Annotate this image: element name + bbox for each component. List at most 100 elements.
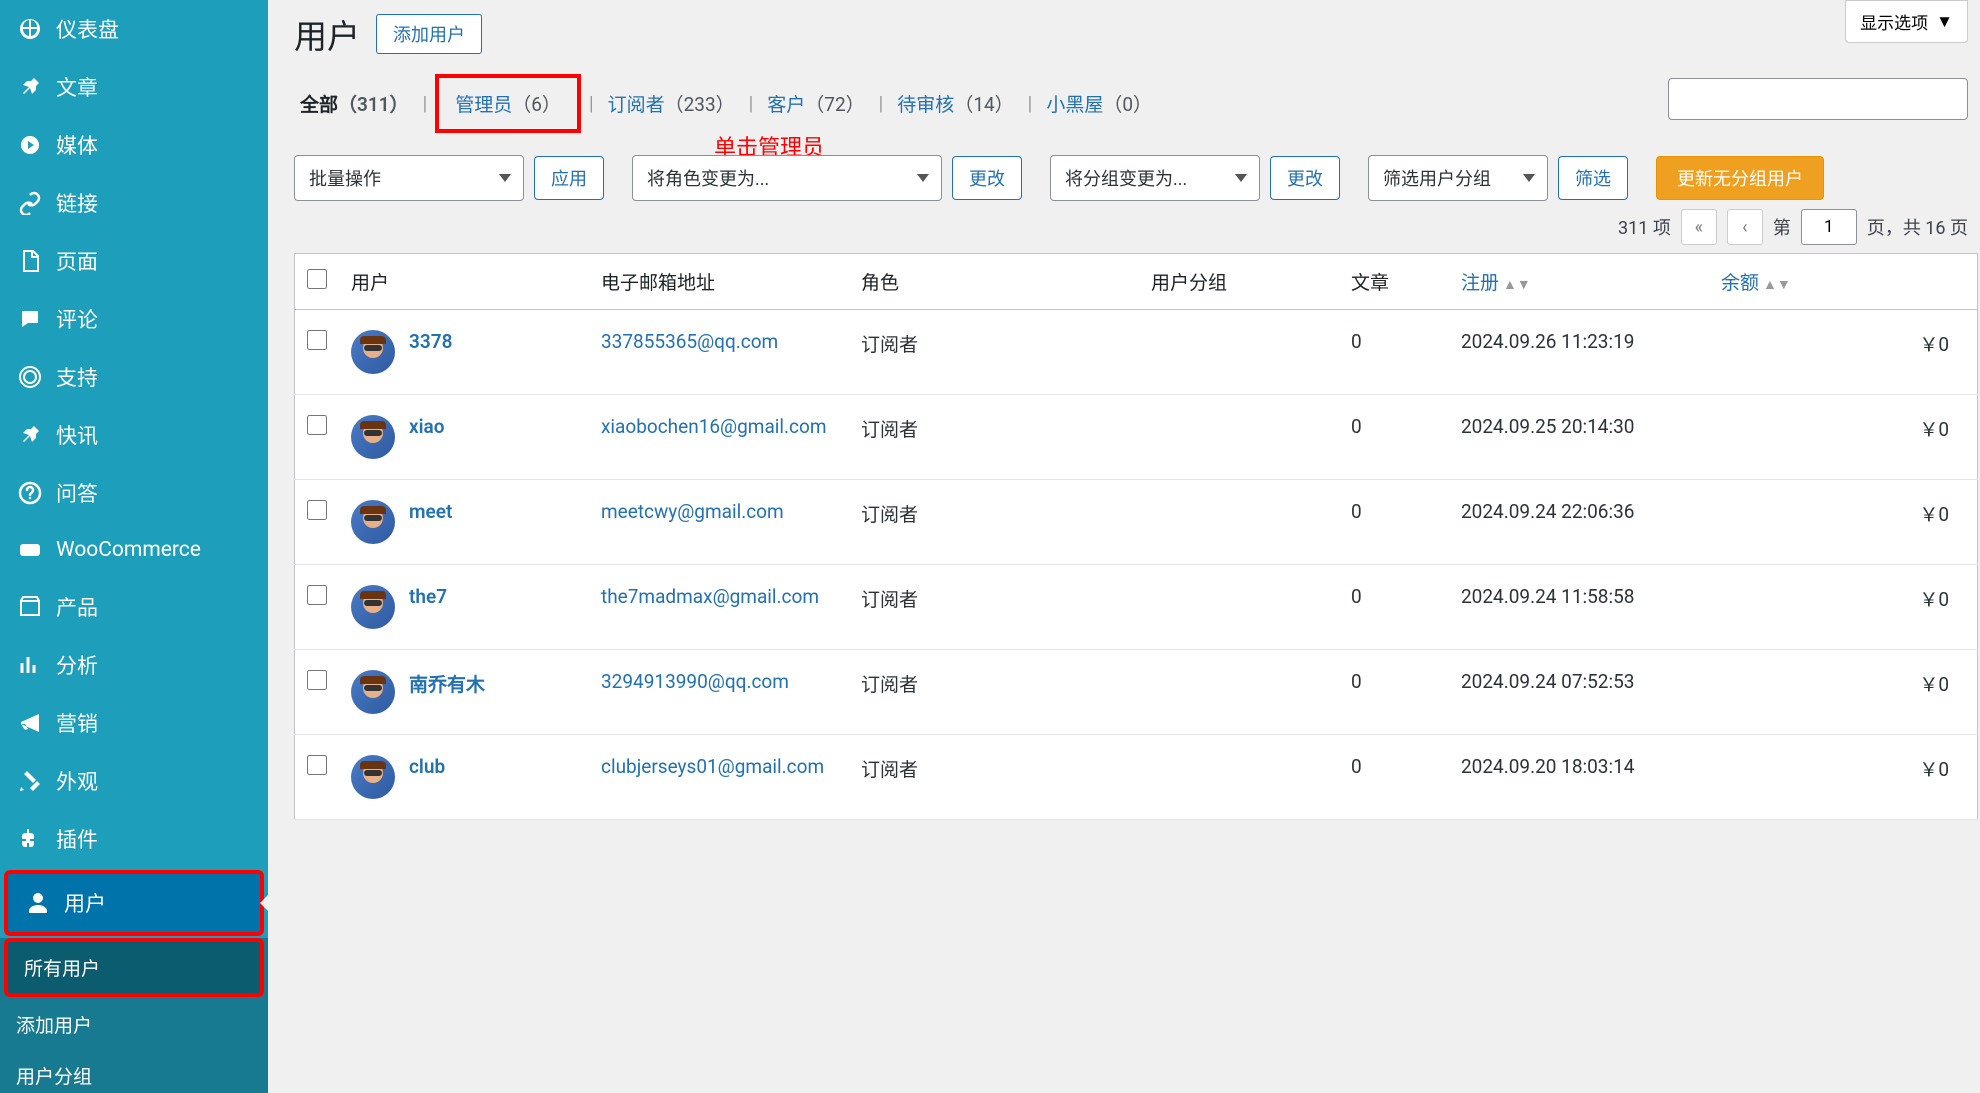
username-link[interactable]: 南乔有木 xyxy=(409,670,485,697)
col-header-balance[interactable]: 余额▲▼ xyxy=(1709,254,1978,310)
col-header-email[interactable]: 电子邮箱地址 xyxy=(589,254,849,310)
media-icon xyxy=(16,131,44,159)
group-cell xyxy=(1139,650,1339,735)
apply-button[interactable]: 应用 xyxy=(534,156,604,200)
balance-cell: ￥0 xyxy=(1709,395,1978,480)
sidebar-item-pages[interactable]: 页面 xyxy=(0,232,268,290)
submenu-add-user[interactable]: 添加用户 xyxy=(0,999,268,1050)
table-row: 南乔有木3294913990@qq.com订阅者02024.09.24 07:5… xyxy=(295,650,1978,735)
posts-cell: 0 xyxy=(1339,480,1449,565)
prev-page-button[interactable]: ‹ xyxy=(1727,209,1763,245)
sidebar-item-links[interactable]: 链接 xyxy=(0,174,268,232)
col-header-group: 用户分组 xyxy=(1139,254,1339,310)
balance-cell: ￥0 xyxy=(1709,565,1978,650)
filter-pending[interactable]: 待审核（14） xyxy=(891,90,1019,117)
page-header: 用户 添加用户 xyxy=(294,10,1980,58)
balance-cell: ￥0 xyxy=(1709,310,1978,395)
username-link[interactable]: the7 xyxy=(409,585,447,608)
sidebar-item-qa[interactable]: 问答 xyxy=(0,464,268,522)
sidebar-item-posts[interactable]: 文章 xyxy=(0,58,268,116)
screen-options-toggle[interactable]: 显示选项 ▼ xyxy=(1845,0,1968,43)
page-number-input[interactable] xyxy=(1801,209,1857,245)
row-checkbox[interactable] xyxy=(307,330,327,350)
filter-blacklist[interactable]: 小黑屋（0） xyxy=(1040,90,1158,117)
sidebar-label: 插件 xyxy=(56,824,98,854)
posts-cell: 0 xyxy=(1339,735,1449,820)
sidebar-label: 外观 xyxy=(56,766,98,796)
woo-icon xyxy=(16,536,44,564)
filter-subscriber[interactable]: 订阅者（233） xyxy=(602,90,741,117)
row-checkbox[interactable] xyxy=(307,670,327,690)
table-row: xiaoxiaobochen16@gmail.com订阅者02024.09.25… xyxy=(295,395,1978,480)
sidebar-item-products[interactable]: 产品 xyxy=(0,578,268,636)
username-link[interactable]: 3378 xyxy=(409,330,452,353)
update-nogroup-button[interactable]: 更新无分组用户 xyxy=(1656,156,1824,200)
table-row: clubclubjerseys01@gmail.com订阅者02024.09.2… xyxy=(295,735,1978,820)
sidebar-item-comments[interactable]: 评论 xyxy=(0,290,268,348)
group-cell xyxy=(1139,395,1339,480)
submenu-user-groups[interactable]: 用户分组 xyxy=(0,1050,268,1093)
change-role-select[interactable]: 将角色变更为... xyxy=(632,155,942,201)
change-group-select[interactable]: 将分组变更为... xyxy=(1050,155,1260,201)
posts-cell: 0 xyxy=(1339,650,1449,735)
select-all-checkbox[interactable] xyxy=(307,269,327,289)
change-role-button[interactable]: 更改 xyxy=(952,156,1022,200)
filter-all[interactable]: 全部（311） xyxy=(294,90,415,117)
sidebar-item-marketing[interactable]: 营销 xyxy=(0,694,268,752)
email-link[interactable]: clubjerseys01@gmail.com xyxy=(601,755,824,778)
balance-cell: ￥0 xyxy=(1709,650,1978,735)
search-input[interactable] xyxy=(1668,78,1968,120)
sidebar-item-users[interactable]: 用户 xyxy=(4,870,264,936)
email-link[interactable]: 3294913990@qq.com xyxy=(601,670,789,693)
email-link[interactable]: 337855365@qq.com xyxy=(601,330,778,353)
sidebar-label: 页面 xyxy=(56,246,98,276)
col-header-registered[interactable]: 注册▲▼ xyxy=(1449,254,1709,310)
table-row: 3378337855365@qq.com订阅者02024.09.26 11:23… xyxy=(295,310,1978,395)
first-page-button[interactable]: « xyxy=(1681,209,1717,245)
sidebar-item-appearance[interactable]: 外观 xyxy=(0,752,268,810)
sidebar-item-dashboard[interactable]: 仪表盘 xyxy=(0,0,268,58)
filter-admin[interactable]: 管理员（6） xyxy=(449,90,567,117)
username-link[interactable]: xiao xyxy=(409,415,445,438)
marketing-icon xyxy=(16,709,44,737)
chevron-down-icon: ▼ xyxy=(1936,12,1953,32)
username-link[interactable]: club xyxy=(409,755,445,778)
col-header-user[interactable]: 用户 xyxy=(339,254,589,310)
pin-icon xyxy=(16,421,44,449)
role-cell: 订阅者 xyxy=(849,565,1139,650)
email-link[interactable]: the7madmax@gmail.com xyxy=(601,585,819,608)
email-link[interactable]: xiaobochen16@gmail.com xyxy=(601,415,826,438)
bulk-actions-row: 批量操作 应用 将角色变更为... 更改 将分组变更为... 更改 筛选用户分组… xyxy=(294,155,1980,201)
role-cell: 订阅者 xyxy=(849,735,1139,820)
filter-group-button[interactable]: 筛选 xyxy=(1558,156,1628,200)
row-checkbox[interactable] xyxy=(307,415,327,435)
posts-cell: 0 xyxy=(1339,310,1449,395)
sidebar-item-plugins[interactable]: 插件 xyxy=(0,810,268,868)
sidebar-item-support[interactable]: 支持 xyxy=(0,348,268,406)
sidebar-label: 仪表盘 xyxy=(56,14,119,44)
sidebar-label: 评论 xyxy=(56,304,98,334)
email-link[interactable]: meetcwy@gmail.com xyxy=(601,500,784,523)
row-checkbox[interactable] xyxy=(307,500,327,520)
filter-group-select[interactable]: 筛选用户分组 xyxy=(1368,155,1548,201)
sidebar-item-media[interactable]: 媒体 xyxy=(0,116,268,174)
pin-icon xyxy=(16,73,44,101)
change-group-button[interactable]: 更改 xyxy=(1270,156,1340,200)
sidebar-item-analytics[interactable]: 分析 xyxy=(0,636,268,694)
dashboard-icon xyxy=(16,15,44,43)
filter-customer[interactable]: 客户（72） xyxy=(761,90,870,117)
add-user-button[interactable]: 添加用户 xyxy=(376,14,482,54)
comment-icon xyxy=(16,305,44,333)
submenu-all-users[interactable]: 所有用户 xyxy=(4,938,264,997)
bulk-action-select[interactable]: 批量操作 xyxy=(294,155,524,201)
row-checkbox[interactable] xyxy=(307,755,327,775)
row-checkbox[interactable] xyxy=(307,585,327,605)
page-icon xyxy=(16,247,44,275)
username-link[interactable]: meet xyxy=(409,500,452,523)
user-icon xyxy=(24,889,52,917)
sidebar-item-news[interactable]: 快讯 xyxy=(0,406,268,464)
sidebar-label: 媒体 xyxy=(56,130,98,160)
col-header-role: 角色 xyxy=(849,254,1139,310)
analytics-icon xyxy=(16,651,44,679)
sidebar-item-woocommerce[interactable]: WooCommerce xyxy=(0,522,268,578)
